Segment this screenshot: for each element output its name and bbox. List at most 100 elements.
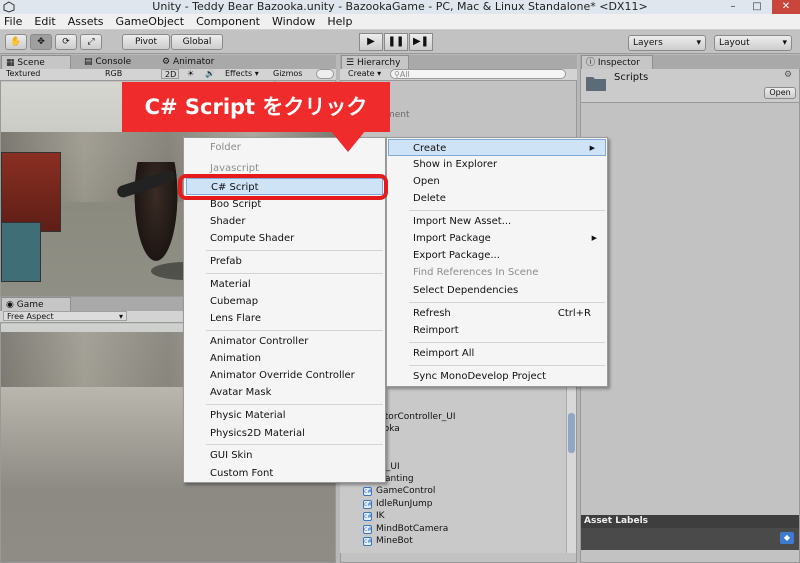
tab-console[interactable]: ▤ Console [80,55,135,69]
menu-item-shader[interactable]: Shader [184,213,385,230]
menu-item-select-dependencies[interactable]: Select Dependencies [387,282,607,299]
menu-item-create[interactable]: Create ▶ [388,139,606,156]
tab-scene[interactable]: ▦ Scene [1,55,71,69]
menu-edit[interactable]: Edit [32,15,57,28]
menu-separator [206,273,383,274]
effects-label: Effects [225,69,253,78]
menu-item-animator-override-controller[interactable]: Animator Override Controller [184,367,385,384]
menu-item-physics2d-material[interactable]: Physics2D Material [184,425,385,442]
layout-dropdown[interactable]: Layout ▾ [714,35,792,51]
scene-search-input[interactable] [316,69,334,79]
hierarchy-search-placeholder: All [399,70,410,79]
project-scrollbar[interactable] [566,383,576,553]
pause-button[interactable]: ❚❚ [384,33,408,51]
menu-item-animation[interactable]: Animation [184,350,385,367]
menu-item-material[interactable]: Material [184,276,385,293]
menu-item-prefab[interactable]: Prefab [184,253,385,270]
menu-item-export-package[interactable]: Export Package... [387,247,607,264]
layers-label: Layers [633,38,663,48]
list-item[interactable]: c# MineBot [354,535,564,548]
color-mode-dropdown[interactable]: RGB [102,69,157,79]
menu-help[interactable]: Help [325,15,354,28]
audio-icon[interactable]: 🔊 [202,69,215,79]
folder-icon [585,74,607,92]
list-item[interactable]: llow [366,448,566,461]
close-button[interactable]: ✕ [772,0,800,14]
menu-item-lens-flare[interactable]: Lens Flare [184,310,385,327]
list-item[interactable]: c# IdleRunJump [354,498,564,511]
menu-item-sync-monodevelop[interactable]: Sync MonoDevelop Project [387,368,607,385]
menu-item-import-package[interactable]: Import Package ▶ [387,230,607,247]
menu-item-delete[interactable]: Delete [387,190,607,207]
instruction-callout: C# Script をクリック [122,82,390,132]
menu-assets[interactable]: Assets [66,15,106,28]
menu-item-import-package-label: Import Package [413,233,491,244]
menu-item-cubemap[interactable]: Cubemap [184,293,385,310]
menu-item-animator-controller[interactable]: Animator Controller [184,333,385,350]
list-item[interactable]: llow_UI [366,461,566,474]
aspect-dropdown[interactable]: Free Aspect ▾ [3,311,127,321]
mode-2d-toggle[interactable]: 2D [161,69,179,79]
menu-item-open[interactable]: Open [387,173,607,190]
menu-item-import-new-asset[interactable]: Import New Asset... [387,213,607,230]
menu-item-custom-font[interactable]: Custom Font [184,465,385,482]
effects-dropdown[interactable]: Effects ▾ [222,69,264,79]
tab-inspector[interactable]: ⓘ Inspector [581,55,653,69]
menu-item-show-in-explorer[interactable]: Show in Explorer [387,156,607,173]
menu-item-compute-shader[interactable]: Compute Shader [184,230,385,247]
list-item[interactable]: otPlanting [366,473,566,486]
gear-icon[interactable]: ⚙ [784,70,792,80]
hierarchy-create-dropdown[interactable]: Create ▾ [345,69,385,79]
menu-item-avatar-mask[interactable]: Avatar Mask [184,384,385,401]
tab-inspector-label: Inspector [597,58,640,68]
menu-file[interactable]: File [2,15,24,28]
hierarchy-search-input[interactable]: ⚲All [390,69,566,79]
list-item-label: IK [376,511,385,521]
menu-separator [409,342,605,343]
move-tool-icon[interactable]: ✥ [30,34,52,50]
list-item[interactable]: c# MindBotCamera [354,523,564,536]
asset-labels-header: Asset Labels [581,515,799,528]
csharp-script-icon: c# [363,499,373,509]
menu-item-reimport-all[interactable]: Reimport All [387,345,607,362]
list-item[interactable]: c# IK [354,510,564,523]
list-item[interactable]: ent [366,398,566,411]
tab-game[interactable]: ◉ Game [1,297,71,311]
scale-tool-icon[interactable]: ⤢ [80,34,102,50]
inspector-panel [580,55,800,563]
list-item[interactable]: imatorController_UI [366,411,566,424]
maximize-button[interactable]: □ [746,0,768,14]
gizmos-dropdown[interactable]: Gizmos ▾ [270,69,312,88]
tab-hierarchy[interactable]: ☰ Hierarchy [341,55,409,69]
menu-window[interactable]: Window [270,15,317,28]
menu-component[interactable]: Component [194,15,262,28]
inspector-folder-name: Scripts [614,72,649,83]
tab-animator[interactable]: ⚙ Animator [158,55,218,69]
play-button[interactable]: ▶ [359,33,383,51]
list-item[interactable]: c# GameControl [354,485,564,498]
open-button[interactable]: Open [764,87,796,99]
tag-icon[interactable]: ◆ [780,532,794,544]
scrollbar-thumb[interactable] [568,413,575,453]
chevron-down-icon: ▾ [782,38,787,48]
rotate-tool-icon[interactable]: ⟳ [55,34,77,50]
list-item[interactable]: ear [366,436,566,449]
minimize-button[interactable]: – [722,0,744,14]
menu-item-reimport[interactable]: Reimport [387,322,607,339]
chevron-down-icon: ▾ [696,38,701,48]
highlight-ring [178,174,388,200]
pivot-toggle[interactable]: Pivot [122,34,170,50]
step-button[interactable]: ▶❚ [409,33,433,51]
hand-tool-icon[interactable]: ✋ [5,34,27,50]
list-item[interactable]: azooka [366,423,566,436]
light-icon[interactable]: ☀ [184,69,196,79]
global-toggle[interactable]: Global [171,34,223,50]
menu-item-gui-skin[interactable]: GUI Skin [184,447,385,464]
menu-item-refresh[interactable]: Refresh Ctrl+R [387,305,607,322]
menu-item-physic-material[interactable]: Physic Material [184,407,385,424]
menu-gameobject[interactable]: GameObject [114,15,187,28]
menu-item-find-references[interactable]: Find References In Scene [387,264,607,281]
shading-dropdown[interactable]: Textured [3,69,98,79]
chevron-right-icon: ▶ [591,234,597,242]
layers-dropdown[interactable]: Layers ▾ [628,35,706,51]
